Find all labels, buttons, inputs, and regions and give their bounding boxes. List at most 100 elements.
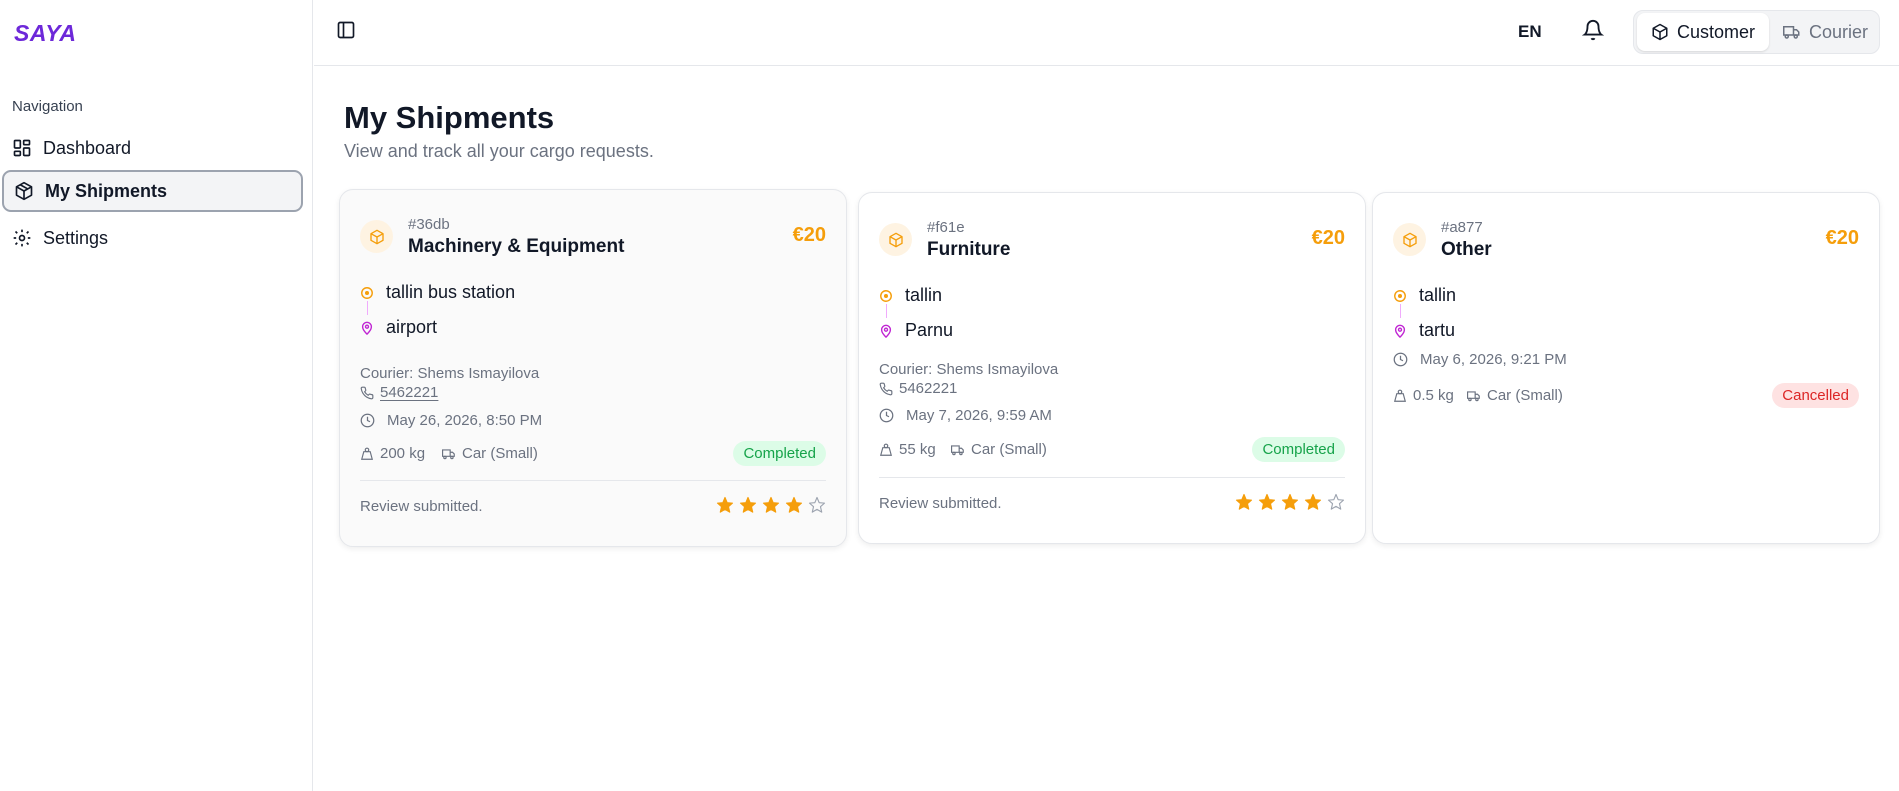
vehicle-text: Car (Small) <box>1487 387 1563 404</box>
rating-stars <box>1235 493 1345 511</box>
package-icon <box>360 220 393 253</box>
package-icon <box>879 223 912 256</box>
weight-icon <box>1393 389 1407 403</box>
origin-address: tallin bus station <box>386 282 516 302</box>
panel-left-icon <box>336 20 356 45</box>
courier-phone[interactable]: 5462221 <box>879 380 957 397</box>
shipment-id: #f61e <box>927 219 965 236</box>
nav-section-title: Navigation <box>12 98 83 115</box>
weight-icon <box>879 443 893 457</box>
route-connector <box>886 304 887 318</box>
clock-icon <box>360 413 375 428</box>
shipment-id: #a877 <box>1441 219 1483 236</box>
status-badge: Completed <box>733 441 826 466</box>
sidebar-item-label: Dashboard <box>43 137 132 158</box>
package-icon <box>1393 223 1426 256</box>
divider <box>879 477 1345 478</box>
status-badge: Completed <box>1252 437 1345 462</box>
sidebar-item-my-shipments[interactable]: My Shipments <box>2 170 303 212</box>
shipment-category: Furniture <box>927 239 1011 260</box>
origin-icon <box>360 286 374 300</box>
phone-icon <box>879 382 893 396</box>
star-empty-icon <box>808 496 826 513</box>
role-switch: Customer Courier <box>1633 10 1880 54</box>
phone-number: 5462221 <box>899 380 958 397</box>
notifications-button[interactable] <box>1581 19 1606 45</box>
star-filled-icon <box>739 496 757 513</box>
vehicle-text: Car (Small) <box>971 441 1047 458</box>
page-subtitle: View and track all your cargo requests. <box>344 141 654 161</box>
bell-icon <box>1581 20 1605 45</box>
map-pin-icon <box>1393 324 1407 338</box>
destination-address: Parnu <box>905 320 954 340</box>
role-label: Courier <box>1809 21 1869 42</box>
datetime-text: May 7, 2026, 9:59 AM <box>906 407 1052 424</box>
datetime-text: May 6, 2026, 9:21 PM <box>1420 351 1567 368</box>
language-selector[interactable]: EN <box>1518 22 1542 42</box>
shipment-price: €20 <box>1825 227 1859 249</box>
page-title: My Shipments <box>344 100 555 135</box>
package-icon <box>1651 23 1669 41</box>
courier-name: Courier: Shems Ismayilova <box>360 365 540 382</box>
origin-address: tallin <box>905 285 943 305</box>
origin-icon <box>879 289 893 303</box>
weight-icon <box>360 447 374 461</box>
shipment-datetime: May 6, 2026, 9:21 PM <box>1393 351 1567 368</box>
shipment-route: tallin tartu <box>1393 285 1859 353</box>
weight-text: 0.5 kg <box>1413 387 1454 404</box>
phone-number: 5462221 <box>380 384 439 401</box>
shipment-card[interactable]: #36db Machinery & Equipment €20 tallin b… <box>339 189 847 547</box>
sidebar: SAYA Navigation Dashboard My Shipments S… <box>0 0 313 791</box>
sidebar-item-settings[interactable]: Settings <box>2 217 303 259</box>
weight-text: 200 kg <box>380 445 426 462</box>
role-label: Customer <box>1677 21 1756 42</box>
datetime-text: May 26, 2026, 8:50 PM <box>387 412 543 429</box>
shipment-meta: 200 kg Car (Small) Completed <box>360 441 826 467</box>
top-bar: EN Customer Courier <box>314 0 1899 66</box>
star-filled-icon <box>1235 493 1253 510</box>
origin-icon <box>1393 289 1407 303</box>
clock-icon <box>879 408 894 423</box>
truck-icon <box>1783 23 1801 41</box>
review-status: Review submitted. <box>879 495 1002 512</box>
shipment-meta: 55 kg Car (Small) Completed <box>879 437 1345 463</box>
shipment-route: tallin Parnu <box>879 285 1345 353</box>
sidebar-item-label: Settings <box>43 227 109 248</box>
map-pin-icon <box>360 321 374 335</box>
sidebar-toggle-button[interactable] <box>334 20 358 44</box>
shipment-category: Machinery & Equipment <box>408 236 625 257</box>
status-badge: Cancelled <box>1772 383 1859 408</box>
role-courier-button[interactable]: Courier <box>1769 13 1882 51</box>
shipment-card[interactable]: #a877 Other €20 tallin tartu May 6, 2026… <box>1372 192 1880 544</box>
route-connector <box>367 301 368 315</box>
shipment-price: €20 <box>1311 227 1345 249</box>
shipment-category: Other <box>1441 239 1492 260</box>
brand-logo[interactable]: SAYA <box>14 20 77 47</box>
role-customer-button[interactable]: Customer <box>1637 13 1770 51</box>
map-pin-icon <box>879 324 893 338</box>
vehicle-text: Car (Small) <box>462 445 538 462</box>
shipment-meta: 0.5 kg Car (Small) Cancelled <box>1393 383 1859 409</box>
star-filled-icon <box>716 496 734 513</box>
shipment-card[interactable]: #f61e Furniture €20 tallin Parnu Courier… <box>858 192 1366 544</box>
gear-icon <box>12 228 32 248</box>
star-filled-icon <box>1304 493 1322 510</box>
phone-icon <box>360 386 374 400</box>
courier-phone[interactable]: 5462221 <box>360 384 438 401</box>
truck-icon <box>442 447 456 461</box>
shipment-id: #36db <box>408 216 450 233</box>
star-filled-icon <box>785 496 803 513</box>
weight-text: 55 kg <box>899 441 936 458</box>
shipment-route: tallin bus station airport <box>360 282 826 350</box>
star-filled-icon <box>1281 493 1299 510</box>
review-status: Review submitted. <box>360 498 483 515</box>
courier-name: Courier: Shems Ismayilova <box>879 361 1059 378</box>
star-empty-icon <box>1327 493 1345 510</box>
destination-address: airport <box>386 317 438 337</box>
rating-stars <box>716 496 826 514</box>
sidebar-item-dashboard[interactable]: Dashboard <box>2 127 303 169</box>
dashboard-icon <box>12 138 32 158</box>
clock-icon <box>1393 352 1408 367</box>
divider <box>360 480 826 481</box>
shipment-datetime: May 7, 2026, 9:59 AM <box>879 407 1052 424</box>
